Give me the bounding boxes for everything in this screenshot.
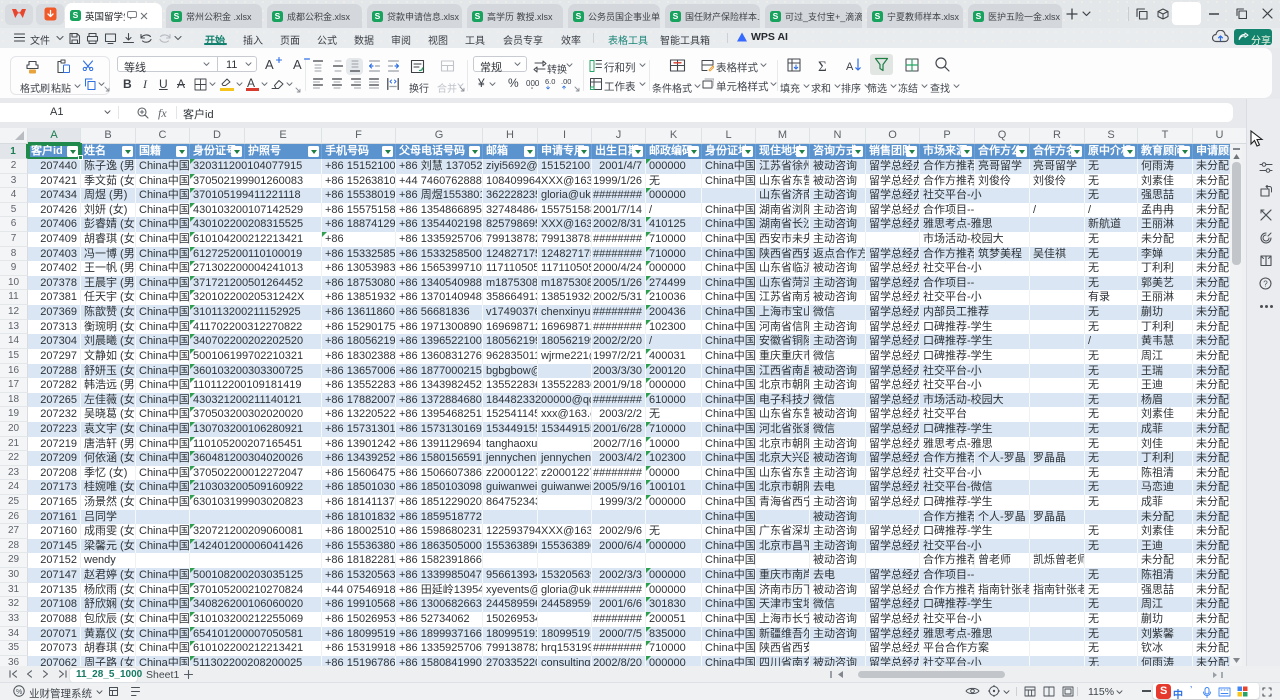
svg-text:%: % [16, 689, 22, 696]
svg-text:Σ: Σ [818, 59, 827, 73]
svg-text:?: ? [1263, 279, 1268, 288]
svg-text:A: A [846, 61, 854, 73]
svg-text:.00: .00 [561, 77, 571, 86]
svg-text:000: 000 [526, 79, 540, 88]
svg-text:6.0: 6.0 [545, 77, 555, 86]
